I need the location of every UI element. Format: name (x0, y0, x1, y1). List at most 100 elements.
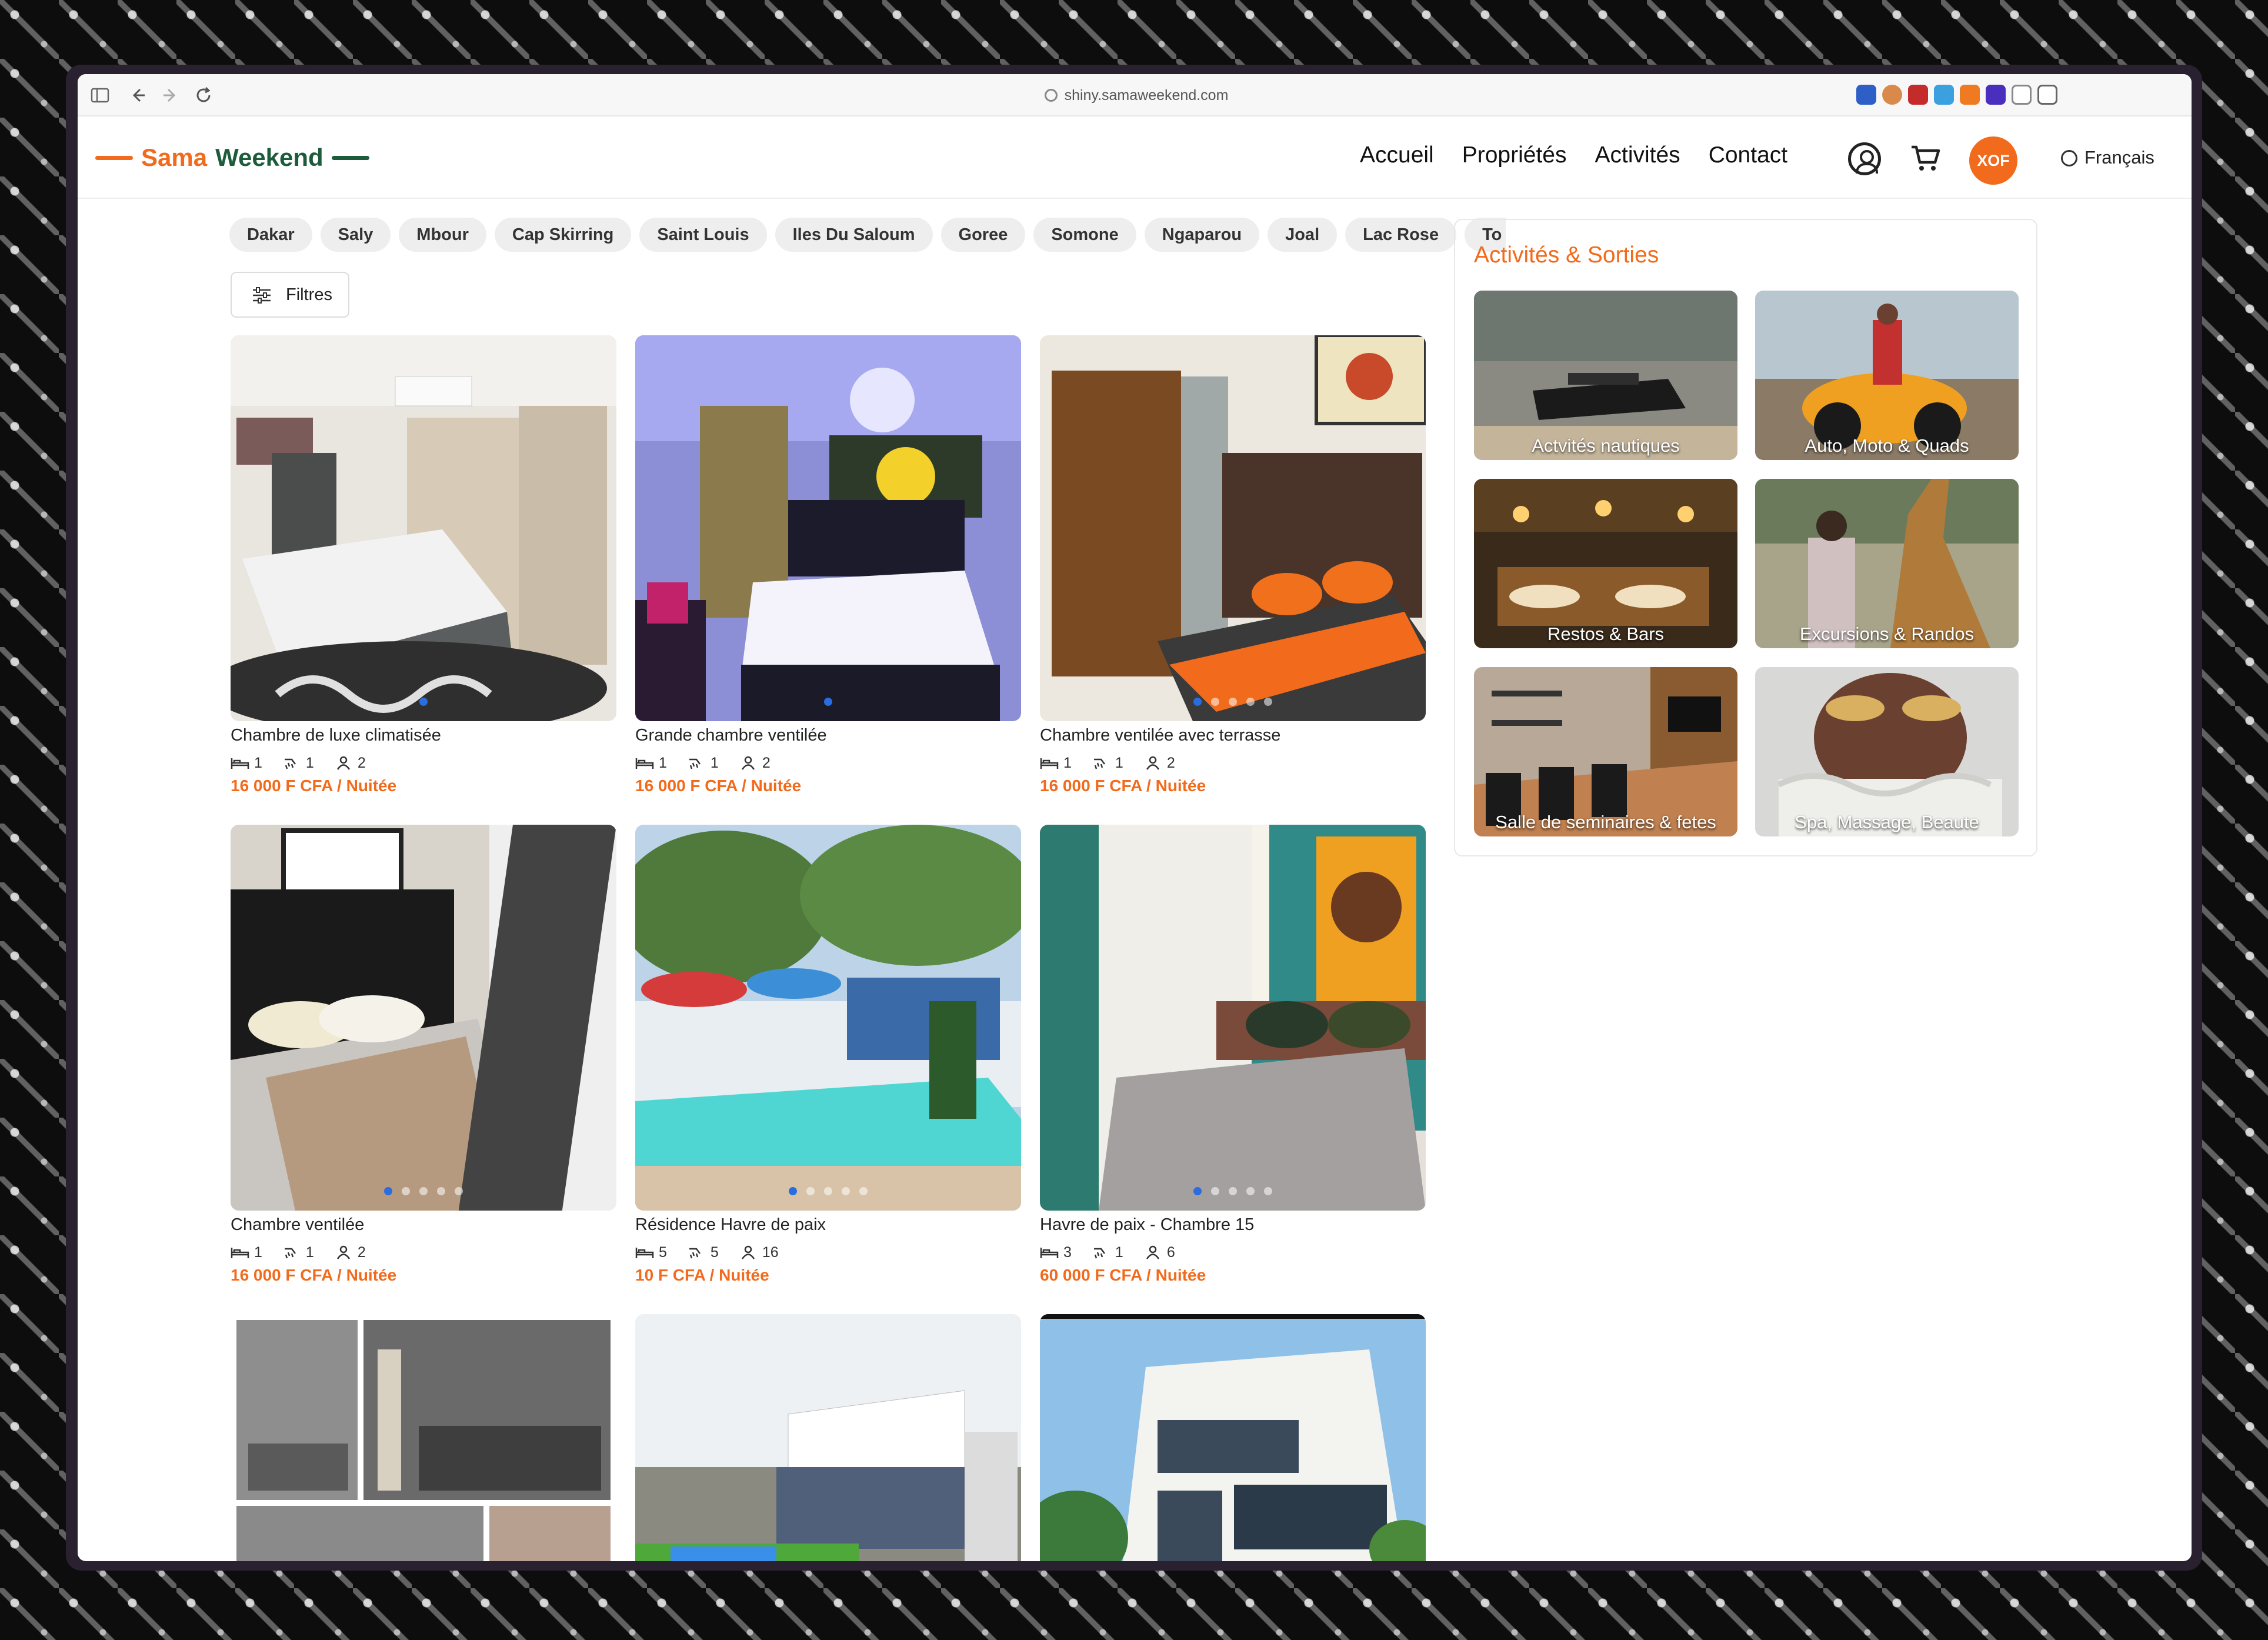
listing-photo[interactable] (231, 825, 616, 1211)
chip-saly[interactable]: Saly (320, 218, 391, 252)
chip-goree[interactable]: Goree (940, 218, 1026, 252)
listing-card[interactable]: Havre de paix - Chambre 15 3 1 6 60 000 … (1040, 825, 1426, 1285)
language-selector[interactable]: Français (2061, 147, 2154, 168)
activities-heading: Activités & Sorties (1474, 242, 1659, 268)
listing-meta: 1 1 2 (635, 749, 1021, 776)
guest-icon (1146, 756, 1159, 770)
activity-tile-spa[interactable]: Spa, Massage, Beaute (1755, 667, 2019, 836)
bed-icon (231, 758, 249, 769)
city-chips: Dakar Saly Mbour Cap Skirring Saint Louis Ile… (229, 218, 1506, 255)
listing-card[interactable]: Chambre de luxe climatisée 1 1 2 16 000 … (231, 335, 616, 795)
guests-count: 2 (762, 754, 771, 771)
baths-count: 1 (1115, 754, 1123, 771)
photo-dots (789, 1187, 868, 1195)
listing-card[interactable] (1040, 1314, 1426, 1561)
extension-icon-6[interactable] (1986, 85, 2006, 105)
baths-count: 1 (1115, 1244, 1123, 1261)
activity-label: Salle de seminaires & fetes (1495, 812, 1716, 832)
activity-tile-restos[interactable]: Restos & Bars (1474, 479, 1737, 648)
extension-icon-2[interactable] (1882, 85, 1902, 105)
listing-price: 10 F CFA / Nuitée (635, 1266, 769, 1284)
listing-card[interactable]: Grande chambre ventilée 1 1 2 16 000 F C… (635, 335, 1021, 795)
globe-icon (2061, 150, 2077, 166)
guests-count: 2 (357, 754, 366, 771)
chip-iles-du-saloum[interactable]: Iles Du Saloum (775, 218, 933, 252)
bed-icon (1040, 1248, 1059, 1258)
listing-meta: 5 5 16 (635, 1239, 1021, 1266)
site-header: Sama Weekend Accueil Propriétés Activité… (78, 116, 2192, 199)
nav-accueil[interactable]: Accueil (1360, 142, 1434, 168)
chip-cap-skirring[interactable]: Cap Skirring (494, 218, 632, 252)
reader-icon[interactable] (2012, 85, 2032, 105)
listing-price: 16 000 F CFA / Nuitée (1040, 776, 1206, 795)
listing-price: 16 000 F CFA / Nuitée (231, 1266, 397, 1284)
listing-photo[interactable] (1040, 335, 1426, 721)
address-bar[interactable]: shiny.samaweekend.com (1019, 82, 1254, 108)
activity-tile-nautiques[interactable]: Actvités nautiques (1474, 291, 1737, 460)
beds-count: 3 (1063, 1244, 1072, 1261)
listing-title[interactable]: Grande chambre ventilée (635, 726, 1021, 749)
listing-title[interactable]: Havre de paix - Chambre 15 (1040, 1215, 1426, 1239)
activity-label: Actvités nautiques (1532, 435, 1680, 456)
guests-count: 6 (1166, 1244, 1175, 1261)
listing-photo[interactable] (635, 335, 1021, 721)
extension-icon-3[interactable] (1908, 85, 1928, 105)
currency-button[interactable]: XOF (1969, 136, 2017, 185)
shower-icon (689, 1248, 701, 1259)
listing-photo[interactable] (1040, 825, 1426, 1211)
bed-icon (635, 758, 654, 769)
baths-count: 5 (710, 1244, 719, 1261)
nav-proprietes[interactable]: Propriétés (1462, 142, 1567, 168)
language-label: Français (2084, 147, 2154, 168)
chip-mbour[interactable]: Mbour (399, 218, 486, 252)
listing-meta: 3 1 6 (1040, 1239, 1426, 1266)
listing-title[interactable]: Chambre ventilée avec terrasse (1040, 726, 1426, 749)
photo-dots (1193, 1187, 1272, 1195)
listing-title[interactable]: Résidence Havre de paix (635, 1215, 1021, 1239)
listing-photo[interactable] (1040, 1314, 1426, 1561)
logo-dash-left (95, 155, 133, 160)
listing-meta: 1 1 2 (231, 1239, 616, 1266)
forward-icon[interactable] (160, 85, 181, 106)
extension-icon-5[interactable] (1960, 85, 1980, 105)
listing-title[interactable]: Chambre ventilée (231, 1215, 616, 1239)
nav-activites[interactable]: Activités (1595, 142, 1680, 168)
guest-icon (336, 1245, 350, 1259)
chip-lac-rose[interactable]: Lac Rose (1345, 218, 1457, 252)
listing-meta: 1 1 2 (1040, 749, 1426, 776)
cart-icon[interactable] (1908, 140, 1943, 175)
extension-icon-1[interactable] (1856, 85, 1876, 105)
reload-icon[interactable] (193, 85, 214, 106)
listing-photo[interactable] (635, 1314, 1021, 1561)
site-logo[interactable]: Sama Weekend (95, 141, 369, 174)
bed-icon (635, 1248, 654, 1258)
split-view-icon[interactable] (2037, 85, 2057, 105)
shower-icon (284, 758, 296, 769)
sidebar-toggle-icon[interactable] (89, 85, 111, 106)
listing-card[interactable]: Résidence Havre de paix 5 5 16 10 F CFA … (635, 825, 1021, 1285)
listing-photo[interactable] (635, 825, 1021, 1211)
listing-card[interactable]: Chambre ventilée avec terrasse 1 1 2 16 … (1040, 335, 1426, 795)
chip-saint-louis[interactable]: Saint Louis (639, 218, 767, 252)
photo-dots (1193, 698, 1272, 706)
back-icon[interactable] (127, 85, 148, 106)
listing-photo[interactable] (231, 335, 616, 721)
chip-dakar[interactable]: Dakar (229, 218, 312, 252)
chip-ngaparou[interactable]: Ngaparou (1144, 218, 1260, 252)
listing-card[interactable] (231, 1314, 616, 1561)
activity-tile-auto-moto[interactable]: Auto, Moto & Quads (1755, 291, 2019, 460)
listing-photo[interactable] (231, 1314, 616, 1561)
guest-icon (1146, 1245, 1159, 1259)
activity-tile-salle[interactable]: Salle de seminaires & fetes (1474, 667, 1737, 836)
chip-joal[interactable]: Joal (1268, 218, 1338, 252)
listing-card[interactable]: Chambre ventilée 1 1 2 16 000 F CFA / Nu… (231, 825, 616, 1285)
listing-card[interactable] (635, 1314, 1021, 1561)
nav-contact[interactable]: Contact (1709, 142, 1787, 168)
photo-dots (419, 698, 428, 706)
activity-tile-excursions[interactable]: Excursions & Randos (1755, 479, 2019, 648)
extension-icon-4[interactable] (1934, 85, 1954, 105)
listing-title[interactable]: Chambre de luxe climatisée (231, 726, 616, 749)
user-account-icon[interactable] (1848, 142, 1881, 175)
chip-somone[interactable]: Somone (1033, 218, 1136, 252)
filters-button[interactable]: Filtres (231, 272, 349, 318)
